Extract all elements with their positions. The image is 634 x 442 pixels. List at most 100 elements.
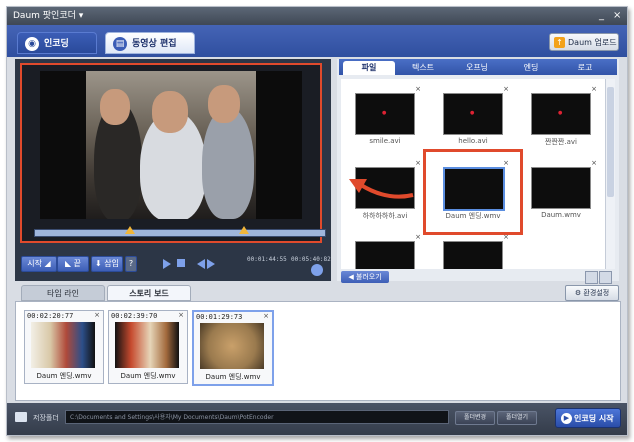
change-folder-button[interactable]: 폴더변경 [455,411,495,425]
clip-duration: 00:02:39:70 [111,312,158,320]
settings-button[interactable]: ⚙ 환경설정 [565,285,619,301]
file-thumbnail [355,241,415,269]
tab-opening[interactable]: 오프닝 [451,61,503,75]
current-time: 00:01:44:55 [247,256,287,263]
prev-frame-icon[interactable] [197,259,205,269]
remove-icon[interactable]: × [591,159,597,167]
tab-timeline[interactable]: 타임 라인 [21,285,105,301]
start-encoding-label: 인코딩 시작 [574,414,614,423]
file-name: 짠짠짠.avi [545,138,577,146]
seek-position-marker[interactable] [238,226,249,234]
tab-encoding[interactable]: ◉ 인코딩 [17,32,97,54]
video-preview-highlight [20,63,326,243]
player-controls: 시작 ◢ ◣ 끝 ⬇ 삽입 ? 00:01:44:55 00:05:40:82 [21,256,331,276]
clip-thumbnail [115,322,179,368]
remove-icon[interactable]: × [94,311,100,319]
storyboard: 00:02:20:77 × Daum 엔딩.wmv 00:02:39:70 × … [15,301,621,401]
clip-thumbnail [200,323,264,369]
folder-icon [15,412,27,422]
remove-icon[interactable]: × [415,85,421,93]
video-frame [86,71,256,219]
tab-video-edit-label: 동영상 편집 [132,39,177,49]
play-icon[interactable] [163,259,171,269]
tab-logo[interactable]: 로고 [559,61,611,75]
media-panel: 파일 텍스트 오프닝 엔딩 로고 ● × smile.avi ● × hello… [337,59,619,284]
start-encoding-button[interactable]: ▶ 인코딩 시작 [555,408,621,428]
clip-duration: 00:02:20:77 [27,312,74,320]
main-tab-bar: ◉ 인코딩 ▤ 동영상 편집 ↑ Daum 업로드 [7,25,627,57]
list-view-icon[interactable] [599,271,612,284]
lower-tab-bar: 타임 라인 스토리 보드 ⚙ 환경설정 [15,285,621,301]
clip-duration: 00:01:29:73 [196,313,243,321]
remove-icon[interactable]: × [591,85,597,93]
seek-start-marker[interactable] [125,226,135,234]
file-item[interactable]: ● × smile.avi [345,83,425,153]
stop-icon[interactable] [177,259,185,267]
daum-upload-label: Daum 업로드 [568,38,617,47]
remove-icon[interactable]: × [415,159,421,167]
storyboard-clip[interactable]: 00:02:20:77 × Daum 엔딩.wmv [24,310,104,384]
upload-icon: ↑ [554,37,565,48]
file-item[interactable]: ● × hello.avi [433,83,513,153]
clip-thumbnail [31,322,95,368]
file-thumbnail: ● [443,93,503,135]
video-preview[interactable] [40,71,302,219]
insert-button[interactable]: ⬇ 삽입 [91,256,123,272]
storyboard-clip[interactable]: 00:02:39:70 × Daum 엔딩.wmv [108,310,188,384]
remove-icon[interactable]: × [178,311,184,319]
open-folder-button[interactable]: 폴더열기 [497,411,537,425]
tab-video-edit[interactable]: ▤ 동영상 편집 [105,32,195,54]
file-item[interactable]: × [345,231,425,269]
save-path-field[interactable]: C:\Documents and Settings\사용자\My Documen… [65,410,449,424]
file-name: Daum.wmv [541,211,581,219]
help-button[interactable]: ? [125,256,137,272]
media-toolbar: ◀ 불러오기 [337,271,619,285]
minimize-button[interactable]: _ [599,7,604,25]
file-item[interactable]: ● × 짠짠짠.avi [521,83,601,153]
file-item[interactable]: × Daum.wmv [521,157,601,227]
save-folder-label: 저장폴더 [33,414,59,422]
tab-file[interactable]: 파일 [343,61,395,75]
total-time: 00:05:40:82 [291,256,331,263]
file-grid-scrollbar[interactable] [605,79,615,269]
footer-bar: 저장폴더 C:\Documents and Settings\사용자\My Do… [7,403,627,435]
file-thumbnail [531,167,591,209]
volume-icon[interactable] [311,264,323,276]
file-name: hello.avi [458,137,488,145]
window-title: Daum 팟인코더 ▾ [13,11,84,21]
file-thumbnail [443,241,503,269]
storyboard-clip-selected[interactable]: 00:01:29:73 × Daum 엔딩.wmv [192,310,274,386]
mark-end-button[interactable]: ◣ 끝 [57,256,89,272]
disc-icon: ◉ [25,37,39,51]
next-frame-icon[interactable] [207,259,215,269]
remove-icon[interactable]: × [263,312,269,320]
file-thumbnail: ● [355,93,415,135]
tab-ending[interactable]: 엔딩 [505,61,557,75]
film-icon: ▤ [113,37,127,51]
selected-file-highlight [423,149,523,235]
recall-button[interactable]: ◀ 불러오기 [341,271,389,283]
scrollbar-thumb[interactable] [607,87,614,197]
daum-upload-button[interactable]: ↑ Daum 업로드 [549,33,619,51]
close-button[interactable]: × [613,7,621,25]
encode-icon: ▶ [561,413,572,424]
tab-encoding-label: 인코딩 [44,39,69,49]
mark-start-button[interactable]: 시작 ◢ [21,256,57,272]
remove-icon[interactable]: × [415,233,421,241]
file-name: smile.avi [369,137,401,145]
app-window: Daum 팟인코더 ▾ _ × ◉ 인코딩 ▤ 동영상 편집 ↑ Daum 업로… [6,6,628,436]
file-grid: ● × smile.avi ● × hello.avi ● × 짠짠짠.avi … [341,79,605,269]
drag-arrow-icon [349,179,414,199]
remove-icon[interactable]: × [503,85,509,93]
clip-name: Daum 엔딩.wmv [120,372,176,380]
tab-storyboard[interactable]: 스토리 보드 [107,285,191,301]
file-name: 하하하하하.avi [362,212,408,220]
grid-view-icon[interactable] [585,271,598,284]
clip-name: Daum 엔딩.wmv [36,372,92,380]
file-item[interactable]: × [433,231,513,269]
tab-text[interactable]: 텍스트 [397,61,449,75]
seek-bar[interactable] [34,226,326,237]
settings-label: 환경설정 [583,289,610,297]
media-tab-bar: 파일 텍스트 오프닝 엔딩 로고 [339,59,617,75]
clip-name: Daum 엔딩.wmv [205,373,261,381]
